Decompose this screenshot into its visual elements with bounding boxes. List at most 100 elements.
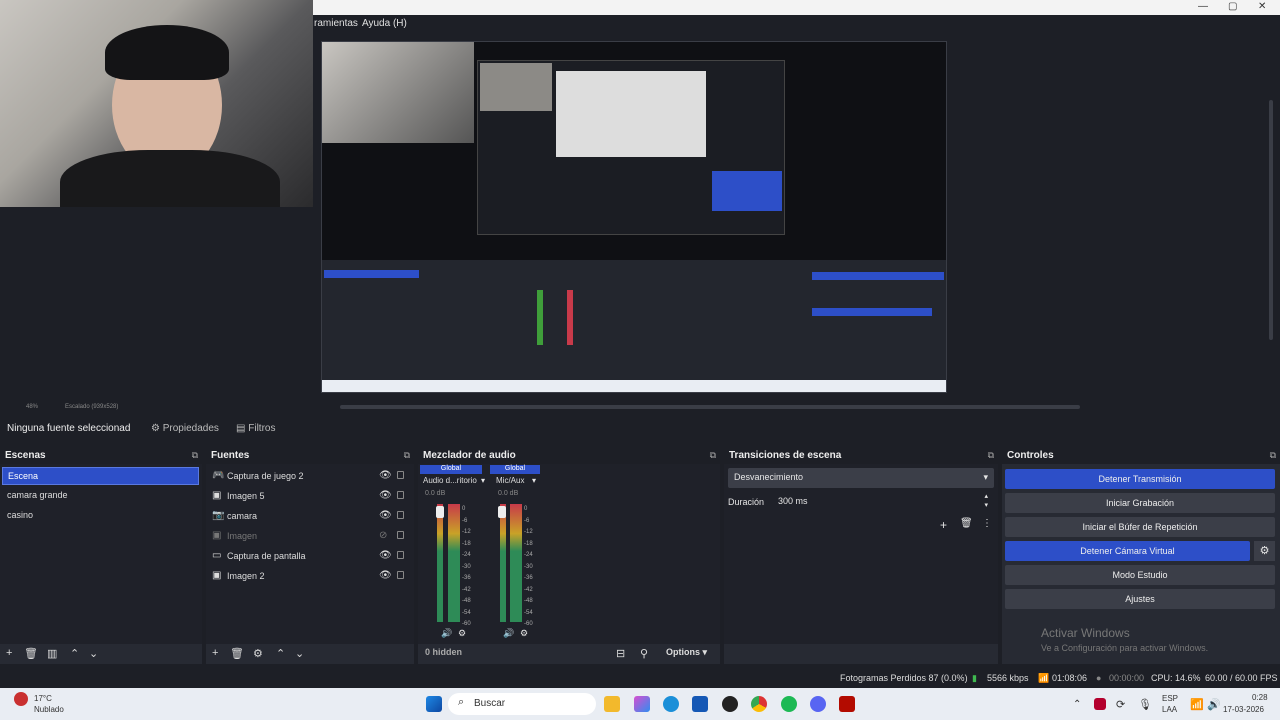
spotify-icon[interactable]	[781, 696, 797, 712]
activate-windows-subtitle: Ve a Configuración para activar Windows.	[1041, 643, 1209, 653]
source-item[interactable]: ▣ Imagen ⊘	[212, 528, 408, 546]
scene-item[interactable]: casino	[2, 507, 199, 525]
discord-icon[interactable]	[810, 696, 826, 712]
studio-mode-button[interactable]: Modo Estudio	[1005, 565, 1275, 585]
eye-icon[interactable]: 👁	[379, 510, 392, 521]
obs-icon[interactable]	[722, 696, 738, 712]
source-item[interactable]: 📷 camara 👁	[212, 508, 408, 526]
taskbar-search[interactable]: ⌕ Buscar	[448, 693, 596, 715]
dock-float-icon[interactable]: ⧉	[710, 450, 716, 461]
gear-icon[interactable]: ⚙	[253, 647, 263, 660]
add-source-button[interactable]: +	[212, 647, 218, 659]
duration-input[interactable]: 300 ms ▴ ▾	[772, 492, 994, 512]
volume-slider[interactable]	[498, 506, 506, 518]
weather-desc[interactable]: Nublado	[34, 705, 64, 714]
move-down-icon[interactable]: ⌄	[89, 647, 98, 660]
lock-icon[interactable]	[397, 551, 404, 559]
source-item[interactable]: ▣ Imagen 2 👁	[212, 568, 408, 586]
close-button[interactable]: ✕	[1258, 1, 1266, 12]
stop-stream-button[interactable]: Detener Transmisión	[1005, 469, 1275, 489]
chevron-down-icon[interactable]: ▾	[532, 476, 536, 485]
chevron-up-icon[interactable]: ⌃	[1073, 699, 1081, 710]
copilot-icon[interactable]	[634, 696, 650, 712]
menu-ayuda[interactable]: Ayuda (H)	[362, 18, 407, 29]
filters-button[interactable]: ▤ Filtros	[236, 423, 275, 434]
remove-scene-button[interactable]: 🗑	[24, 647, 38, 660]
restore-button[interactable]: ▢	[1228, 1, 1237, 12]
remove-transition-button[interactable]: 🗑	[960, 518, 973, 529]
language-top[interactable]: ESP	[1162, 694, 1178, 703]
options-button[interactable]: Options ▾	[666, 647, 707, 658]
eye-icon[interactable]: 👁	[379, 470, 392, 481]
start-recording-button[interactable]: Iniciar Grabación	[1005, 493, 1275, 513]
dock-float-icon[interactable]: ⧉	[988, 450, 994, 461]
hidden-count[interactable]: 0 hidden	[425, 647, 462, 657]
webcam-overlay	[0, 0, 313, 207]
gear-icon[interactable]: ⚙	[1254, 541, 1275, 561]
microphone-icon[interactable]: 🎙	[1138, 698, 1152, 711]
volume-icon[interactable]: 🔊	[1207, 698, 1221, 711]
file-explorer-icon[interactable]	[604, 696, 620, 712]
eye-icon[interactable]: 👁	[379, 550, 392, 561]
scene-item[interactable]: camara grande	[2, 487, 199, 505]
move-up-icon[interactable]: ⌃	[276, 647, 285, 660]
menu-herramientas[interactable]: ramientas	[314, 18, 358, 29]
minimize-button[interactable]: —	[1198, 1, 1208, 12]
preview-vertical-scrollbar[interactable]	[1269, 100, 1273, 340]
preview-canvas[interactable]	[321, 41, 947, 393]
settings-icon[interactable]: ⚙	[458, 628, 466, 639]
chrome-icon[interactable]	[751, 696, 767, 712]
lock-icon[interactable]	[397, 571, 404, 579]
eye-icon[interactable]: 👁	[379, 490, 392, 501]
source-item[interactable]: ▣ Imagen 5 👁	[212, 488, 408, 506]
properties-button[interactable]: ⚙ Propiedades	[151, 423, 219, 434]
source-item[interactable]: 🎮 Captura de juego 2 👁	[212, 468, 408, 486]
store-icon[interactable]	[692, 696, 708, 712]
transition-select[interactable]: Desvanecimiento ▾	[728, 468, 994, 488]
link-icon[interactable]: ⚲	[640, 647, 648, 660]
refresh-icon[interactable]: ⟳	[1116, 698, 1125, 711]
replay-buffer-button[interactable]: Iniciar el Búfer de Repetición	[1005, 517, 1275, 537]
speaker-icon[interactable]: 🔊	[503, 628, 514, 639]
lock-icon[interactable]	[397, 511, 404, 519]
dock-float-icon[interactable]: ⧉	[404, 450, 410, 461]
speaker-icon[interactable]: 🔊	[441, 628, 452, 639]
clock-time[interactable]: 0:28	[1252, 693, 1268, 702]
scene-filter-button[interactable]: ▥	[47, 647, 57, 660]
weather-temp[interactable]: 17°C	[34, 694, 52, 703]
add-transition-button[interactable]: +	[940, 518, 947, 532]
spin-arrows-icon[interactable]: ▴ ▾	[984, 492, 988, 510]
scene-item[interactable]: Escena	[2, 467, 199, 485]
dock-float-icon[interactable]: ⧉	[1270, 450, 1276, 461]
layout-icon[interactable]: ⊟	[616, 647, 625, 660]
lock-icon[interactable]	[397, 471, 404, 479]
move-down-icon[interactable]: ⌄	[295, 647, 304, 660]
chevron-down-icon[interactable]: ▾	[481, 476, 485, 485]
add-scene-button[interactable]: +	[6, 647, 12, 659]
volume-slider[interactable]	[436, 506, 444, 518]
preview-horizontal-scrollbar[interactable]	[340, 405, 1080, 409]
eye-icon[interactable]: 👁	[379, 570, 392, 581]
language-bottom[interactable]: LAA	[1162, 705, 1177, 714]
settings-button[interactable]: Ajustes	[1005, 589, 1275, 609]
settings-icon[interactable]: ⚙	[520, 628, 528, 639]
windows-start-icon[interactable]	[426, 696, 442, 712]
lock-icon[interactable]	[397, 491, 404, 499]
clock-date[interactable]: 17-03-2026	[1223, 705, 1264, 714]
source-item[interactable]: ▭ Captura de pantalla 👁	[212, 548, 408, 566]
lock-icon[interactable]	[397, 531, 404, 539]
remove-source-button[interactable]: 🗑	[230, 647, 244, 660]
move-up-icon[interactable]: ⌃	[70, 647, 79, 660]
edge-icon[interactable]	[663, 696, 679, 712]
wifi-icon[interactable]: 📶	[1190, 698, 1204, 711]
more-options-icon[interactable]: ⋮	[982, 518, 992, 529]
eye-hidden-icon[interactable]: ⊘	[379, 530, 387, 541]
stop-virtual-cam-button[interactable]: Detener Cámara Virtual	[1005, 541, 1250, 561]
tray-app-icon[interactable]	[1094, 698, 1106, 710]
weather-icon[interactable]	[14, 692, 28, 706]
scale-label[interactable]: Escalado (939x528)	[65, 404, 118, 410]
zoom-level[interactable]: 48%	[26, 404, 38, 410]
meter-tick-label: -30	[524, 563, 533, 570]
dock-float-icon[interactable]: ⧉	[192, 450, 198, 461]
acrobat-icon[interactable]	[839, 696, 855, 712]
